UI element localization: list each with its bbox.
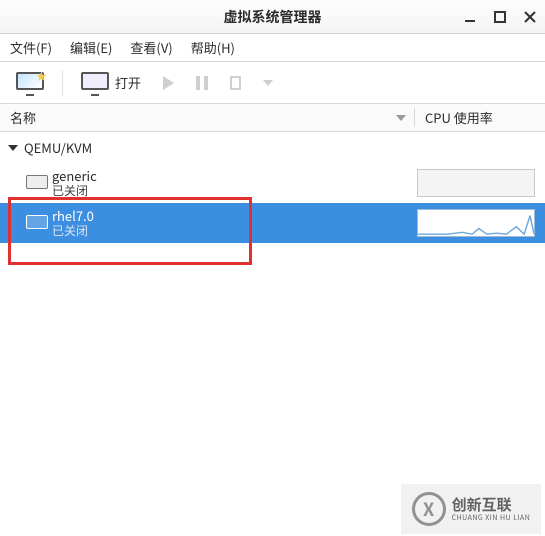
pause-button[interactable] <box>190 72 214 94</box>
watermark: X 创新互联 CHUANG XIN HU LIAN <box>401 484 541 534</box>
maximize-icon <box>494 11 506 23</box>
menu-file[interactable]: 文件(F) <box>10 38 52 57</box>
cpu-usage-cell <box>417 209 535 237</box>
play-icon <box>163 76 174 90</box>
vm-icon <box>22 175 52 191</box>
vm-row-rhel7[interactable]: rhel7.0 已关闭 <box>0 203 545 243</box>
open-vm-icon <box>81 72 109 94</box>
cpu-sparkline <box>418 210 534 236</box>
watermark-sub: CHUANG XIN HU LIAN <box>452 514 531 522</box>
cpu-usage-cell <box>417 169 535 197</box>
shutdown-menu-button[interactable] <box>257 76 279 90</box>
watermark-text: 创新互联 CHUANG XIN HU LIAN <box>452 496 531 522</box>
vm-icon <box>22 215 52 231</box>
toolbar-separator <box>62 70 63 96</box>
expand-icon <box>8 145 18 151</box>
open-vm-button[interactable]: 打开 <box>75 68 147 98</box>
vm-status: 已关闭 <box>52 184 417 198</box>
chevron-down-icon <box>263 80 273 86</box>
new-vm-icon <box>16 72 44 94</box>
maximize-button[interactable] <box>491 8 509 26</box>
watermark-brand: 创新互联 <box>452 496 531 514</box>
title-bar: 虚拟系统管理器 <box>0 0 545 34</box>
open-vm-label: 打开 <box>115 73 141 92</box>
toolbar: 打开 <box>0 62 545 104</box>
column-header-cpu[interactable]: CPU 使用率 <box>415 108 545 127</box>
minimize-icon <box>464 11 476 23</box>
vm-name: rhel7.0 <box>52 208 417 224</box>
menu-edit[interactable]: 编辑(E) <box>70 38 112 57</box>
vm-text: rhel7.0 已关闭 <box>52 208 417 238</box>
close-button[interactable] <box>521 8 539 26</box>
column-header-name[interactable]: 名称 <box>0 108 415 127</box>
column-cpu-label: CPU 使用率 <box>425 108 493 127</box>
close-icon <box>524 11 536 23</box>
shutdown-icon <box>230 76 241 90</box>
sort-indicator-icon <box>396 115 406 121</box>
connection-row-qemu[interactable]: QEMU/KVM <box>0 132 545 163</box>
watermark-logo-icon: X <box>412 492 446 526</box>
shutdown-button[interactable] <box>224 72 247 94</box>
vm-text: generic 已关闭 <box>52 168 417 198</box>
vm-row-generic[interactable]: generic 已关闭 <box>0 163 545 203</box>
menu-view[interactable]: 查看(V) <box>130 38 172 57</box>
vm-name: generic <box>52 168 417 184</box>
menu-bar: 文件(F) 编辑(E) 查看(V) 帮助(H) <box>0 34 545 62</box>
vm-tree: QEMU/KVM generic 已关闭 rhel7.0 已关闭 <box>0 132 545 243</box>
connection-label: QEMU/KVM <box>24 138 92 157</box>
new-vm-button[interactable] <box>10 68 50 98</box>
window-title: 虚拟系统管理器 <box>224 7 322 27</box>
menu-help[interactable]: 帮助(H) <box>191 38 235 57</box>
minimize-button[interactable] <box>461 8 479 26</box>
window-controls <box>461 0 539 33</box>
pause-icon <box>196 76 208 90</box>
run-button[interactable] <box>157 72 180 94</box>
column-name-label: 名称 <box>10 108 36 127</box>
column-headers: 名称 CPU 使用率 <box>0 104 545 132</box>
vm-status: 已关闭 <box>52 224 417 238</box>
